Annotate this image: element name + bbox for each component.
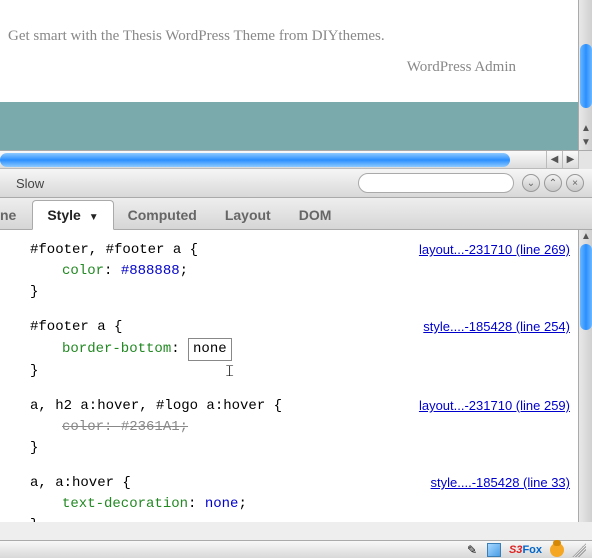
css-declaration-overridden[interactable]: color: #2361A1; (62, 417, 592, 438)
tab-style[interactable]: Style ▼ (32, 200, 113, 230)
html-validator-icon[interactable]: ✎ (465, 543, 479, 557)
source-link[interactable]: style....-185428 (line 33) (431, 473, 570, 493)
tab-computed[interactable]: Computed (114, 201, 211, 229)
scrollbar-thumb[interactable] (580, 44, 592, 108)
tab-style-label: Style (47, 207, 80, 223)
page-content: Get smart with the Thesis WordPress Them… (0, 0, 578, 102)
scroll-down-icon[interactable]: ▼ (579, 136, 592, 150)
css-close-brace: } (30, 282, 592, 303)
css-value: #2361A1 (121, 419, 180, 435)
addon-icon[interactable] (487, 543, 501, 557)
source-link[interactable]: style....-185428 (line 254) (423, 317, 570, 337)
browser-viewport: Get smart with the Thesis WordPress Them… (0, 0, 592, 168)
toolbar-tab-yslow[interactable]: Slow (8, 176, 52, 191)
dropdown-icon: ▼ (89, 212, 99, 223)
css-declaration[interactable]: border-bottom: none (62, 338, 592, 361)
scrollbar-corner (578, 151, 592, 169)
scrollbar-thumb[interactable] (0, 153, 510, 167)
css-close-brace: } (30, 361, 592, 382)
style-panel-body: layout...-231710 (line 269) #footer, #fo… (0, 230, 592, 522)
status-bar: ✎ S3Fox (0, 540, 592, 558)
css-declaration[interactable]: color: #888888; (62, 261, 592, 282)
css-rule: style....-185428 (line 254) #footer a { … (30, 317, 592, 382)
firebug-panel: Slow ⌄ ⌃ × ne Style ▼ Computed Layout DO… (0, 168, 592, 540)
horizontal-scrollbar[interactable]: ◀ ▶ (0, 150, 592, 168)
css-value-edit[interactable]: none (188, 338, 232, 361)
left-tab-cut[interactable]: ne (0, 201, 24, 229)
minimize-icon[interactable]: ⌄ (522, 174, 540, 192)
css-rule: layout...-231710 (line 259) a, h2 a:hove… (30, 396, 592, 459)
scroll-right-icon[interactable]: ▶ (562, 151, 578, 169)
css-property: color (62, 263, 104, 279)
css-rule: style....-185428 (line 33) a, a:hover { … (30, 473, 592, 522)
scrollbar-thumb[interactable] (580, 244, 592, 330)
source-link[interactable]: layout...-231710 (line 269) (419, 240, 570, 260)
firebug-search (358, 173, 514, 193)
side-panel-tabs: ne Style ▼ Computed Layout DOM (0, 198, 592, 230)
css-value: #888888 (121, 263, 180, 279)
scroll-up-icon[interactable]: ▲ (579, 230, 592, 244)
css-property: color (62, 419, 104, 435)
css-property: text-decoration (62, 496, 188, 512)
css-rule: layout...-231710 (line 269) #footer, #fo… (30, 240, 592, 303)
firebug-toolbar: Slow ⌄ ⌃ × (0, 168, 592, 198)
search-input[interactable] (358, 173, 514, 193)
s3fox-icon[interactable]: S3Fox (509, 544, 542, 556)
css-close-brace: } (30, 438, 592, 459)
css-close-brace: } (30, 515, 592, 522)
close-icon[interactable]: × (566, 174, 584, 192)
tab-layout[interactable]: Layout (211, 201, 285, 229)
text-cursor-icon: 𝙸 (224, 363, 235, 381)
tab-dom[interactable]: DOM (285, 201, 346, 229)
scroll-up-icon[interactable]: ▲ (579, 122, 592, 136)
css-property: border-bottom (62, 341, 171, 357)
css-declaration[interactable]: text-decoration: none; (62, 494, 592, 515)
window-controls: ⌄ ⌃ × (522, 174, 584, 192)
popout-icon[interactable]: ⌃ (544, 174, 562, 192)
wp-admin-link[interactable]: WordPress Admin (8, 59, 554, 76)
source-link[interactable]: layout...-231710 (line 259) (419, 396, 570, 416)
resize-grip-icon[interactable] (572, 543, 586, 557)
scroll-left-icon[interactable]: ◀ (546, 151, 562, 169)
panel-scrollbar[interactable]: ▲ (578, 230, 592, 522)
footer-text: Get smart with the Thesis WordPress Them… (8, 28, 554, 45)
vertical-scrollbar[interactable]: ▲ ▼ (578, 0, 592, 150)
css-rules: layout...-231710 (line 269) #footer, #fo… (0, 230, 592, 522)
css-value: none (205, 496, 239, 512)
firebug-icon[interactable] (550, 543, 564, 557)
